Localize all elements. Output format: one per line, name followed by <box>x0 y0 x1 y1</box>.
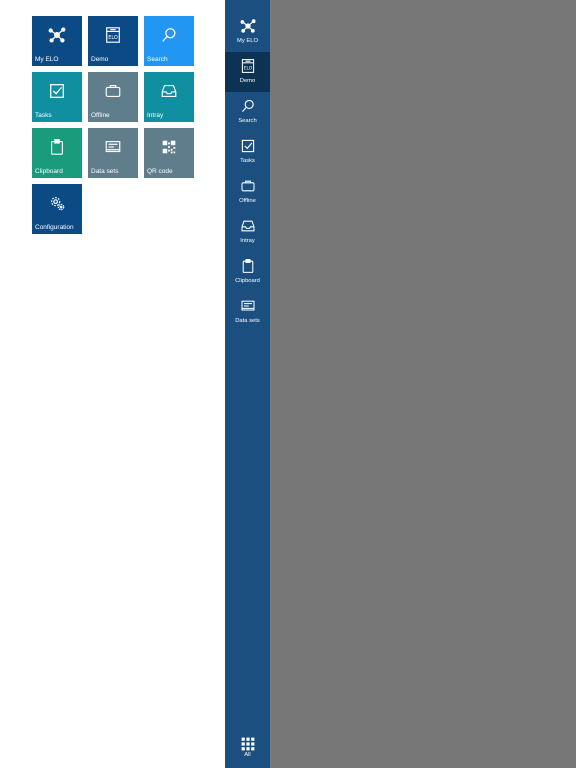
checkbox-icon <box>32 82 82 100</box>
tile-intray[interactable]: Intray <box>144 72 194 122</box>
data-sets-icon <box>88 138 138 156</box>
tile-label: Tasks <box>35 111 52 119</box>
sidebar-item-label: Data sets <box>235 318 260 324</box>
sidebar-item-search[interactable]: Search <box>225 92 270 132</box>
sidebar-item-my-elo[interactable]: My ELO <box>225 12 270 52</box>
tile-label: Configuration <box>35 223 74 231</box>
search-icon <box>225 98 270 114</box>
sidebar-item-demo[interactable]: ELO Demo <box>225 52 270 92</box>
grid-icon <box>225 736 270 752</box>
tile-label: Intray <box>147 111 164 119</box>
sidebar-item-label: Search <box>238 118 257 124</box>
sidebar-item-label: All <box>244 752 251 758</box>
elo-cabinet-icon: ELO <box>88 26 138 44</box>
sidebar-item-label: Offline <box>239 198 256 204</box>
network-icon <box>32 26 82 44</box>
sidebar-rail: My ELO ELO Demo Search Tasks Offline Int… <box>225 0 270 768</box>
tile-label: Search <box>147 55 168 63</box>
svg-text:ELO: ELO <box>243 66 252 72</box>
sidebar-item-intray[interactable]: Intray <box>225 212 270 252</box>
inbox-tray-icon <box>144 82 194 100</box>
checkbox-icon <box>225 138 270 154</box>
tile-panel: My ELO ELO Demo Search Tasks Offline Int… <box>0 0 225 768</box>
qr-code-icon <box>144 138 194 156</box>
sidebar-item-data-sets[interactable]: Data sets <box>225 292 270 332</box>
tile-label: Demo <box>91 55 109 63</box>
tile-label: My ELO <box>35 55 59 63</box>
gear-icon <box>32 194 82 212</box>
sidebar-item-offline[interactable]: Offline <box>225 172 270 212</box>
tile-tasks[interactable]: Tasks <box>32 72 82 122</box>
data-sets-icon <box>225 298 270 314</box>
tile-clipboard[interactable]: Clipboard <box>32 128 82 178</box>
svg-text:ELO: ELO <box>108 35 118 41</box>
sidebar-item-label: Tasks <box>240 158 255 164</box>
tile-offline[interactable]: Offline <box>88 72 138 122</box>
tile-label: QR code <box>147 167 173 175</box>
tile-configuration[interactable]: Configuration <box>32 184 82 234</box>
search-icon <box>144 26 194 44</box>
dimmed-content-overlay[interactable] <box>270 0 576 768</box>
sidebar-item-label: My ELO <box>237 38 258 44</box>
sidebar-item-clipboard[interactable]: Clipboard <box>225 252 270 292</box>
tile-search[interactable]: Search <box>144 16 194 66</box>
tile-qr-code[interactable]: QR code <box>144 128 194 178</box>
sidebar-item-label: Intray <box>240 238 255 244</box>
sidebar-item-label: Clipboard <box>235 278 260 284</box>
inbox-tray-icon <box>225 218 270 234</box>
tile-demo[interactable]: ELO Demo <box>88 16 138 66</box>
clipboard-icon <box>32 138 82 156</box>
tile-my-elo[interactable]: My ELO <box>32 16 82 66</box>
clipboard-icon <box>225 258 270 274</box>
elo-cabinet-icon: ELO <box>225 58 270 74</box>
tile-label: Clipboard <box>35 167 63 175</box>
tile-label: Data sets <box>91 167 119 175</box>
network-icon <box>225 18 270 34</box>
sidebar-item-tasks[interactable]: Tasks <box>225 132 270 172</box>
sidebar-all-button[interactable]: All <box>225 730 270 768</box>
briefcase-icon <box>225 178 270 194</box>
briefcase-icon <box>88 82 138 100</box>
tile-label: Offline <box>91 111 110 119</box>
tile-data-sets[interactable]: Data sets <box>88 128 138 178</box>
sidebar-item-label: Demo <box>239 78 256 84</box>
